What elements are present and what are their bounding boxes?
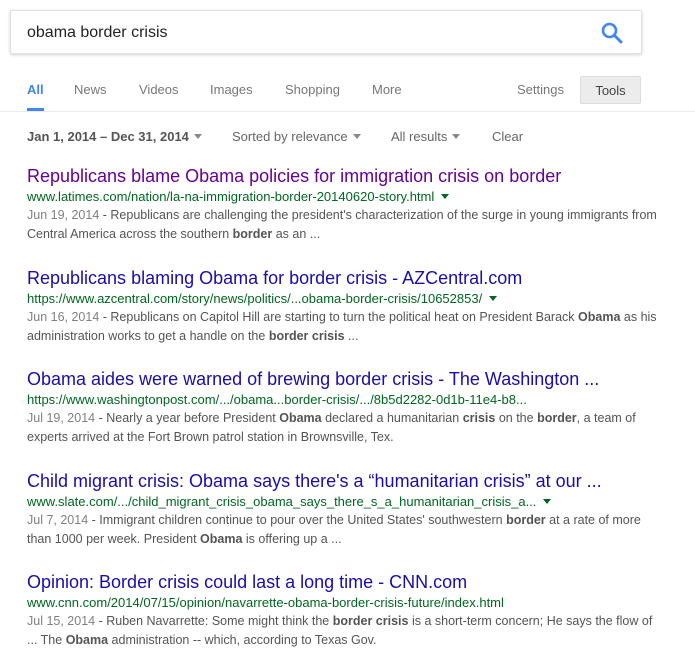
search-result: Opinion: Border crisis could last a long… <box>27 570 667 672</box>
tab-more[interactable]: More <box>372 62 402 111</box>
result-url-text: https://www.washingtonpost.com/.../obama… <box>27 392 527 407</box>
result-date: Jun 16, 2014 <box>27 309 100 324</box>
result-snippet-text: Ruben Navarrette: Some might think the b… <box>27 614 653 647</box>
results-filter-label: All results <box>391 129 448 144</box>
search-results: Republicans blame Obama policies for imm… <box>27 164 667 672</box>
result-snippet: Jun 19, 2014 - Republicans are challengi… <box>27 208 657 241</box>
result-snippet-text: Immigrant children continue to pour over… <box>27 512 641 546</box>
snippet-highlight: Obama <box>279 411 322 425</box>
dropdown-caret-icon <box>452 134 461 140</box>
search-result: Obama aides were warned of brewing borde… <box>27 367 667 469</box>
search-tabs: All News Videos Images Shopping More Set… <box>0 62 695 112</box>
url-menu-caret-icon[interactable] <box>543 498 552 504</box>
dropdown-caret-icon <box>352 134 361 140</box>
sort-filter[interactable]: Sorted by relevance <box>232 129 361 144</box>
result-date: Jul 15, 2014 <box>27 614 96 628</box>
tab-all[interactable]: All <box>27 62 44 111</box>
search-box[interactable]: obama border crisis <box>10 10 642 54</box>
result-url-text: www.cnn.com/2014/07/15/opinion/navarrett… <box>27 595 504 610</box>
search-result: Child migrant crisis: Obama says there's… <box>27 469 667 571</box>
result-url: www.slate.com/.../child_migrant_crisis_o… <box>27 493 667 511</box>
result-url: https://www.washingtonpost.com/.../obama… <box>27 391 667 409</box>
url-menu-caret-icon[interactable] <box>489 295 498 301</box>
settings-link[interactable]: Settings <box>517 82 564 97</box>
tab-images[interactable]: Images <box>210 62 253 111</box>
snippet-highlight: Obama <box>578 309 621 324</box>
result-snippet: Jul 7, 2014 - Immigrant children continu… <box>27 512 641 546</box>
result-title-link[interactable]: Child migrant crisis: Obama says there's… <box>27 469 667 493</box>
result-date: Jul 19, 2014 <box>27 411 96 425</box>
search-tools-bar: Jan 1, 2014 – Dec 31, 2014 Sorted by rel… <box>0 120 695 150</box>
snippet-highlight: crisis <box>462 411 496 425</box>
date-range-filter[interactable]: Jan 1, 2014 – Dec 31, 2014 <box>27 129 202 144</box>
clear-filters-link[interactable]: Clear <box>492 129 523 144</box>
snippet-highlight: border <box>506 512 546 527</box>
result-snippet-text: Republicans are challenging the presiden… <box>27 208 657 241</box>
search-icon[interactable] <box>601 22 623 44</box>
snippet-highlight: Obama <box>200 531 243 546</box>
result-date: Jun 19, 2014 <box>27 208 100 222</box>
result-snippet: Jul 15, 2014 - Ruben Navarrette: Some mi… <box>27 614 653 647</box>
snippet-highlight: border <box>537 411 577 425</box>
tab-news[interactable]: News <box>74 62 107 111</box>
result-snippet: Jun 16, 2014 - Republicans on Capitol Hi… <box>27 309 657 343</box>
result-title-link[interactable]: Republicans blame Obama policies for imm… <box>27 164 667 188</box>
tab-videos[interactable]: Videos <box>139 62 179 111</box>
result-title-link[interactable]: Obama aides were warned of brewing borde… <box>27 367 667 391</box>
result-title-link[interactable]: Republicans blaming Obama for border cri… <box>27 266 667 290</box>
result-url: www.latimes.com/nation/la-na-immigration… <box>27 188 667 206</box>
dropdown-caret-icon <box>193 134 202 140</box>
snippet-highlight: border crisis <box>332 614 409 628</box>
sort-label: Sorted by relevance <box>232 129 348 144</box>
url-menu-caret-icon[interactable] <box>441 194 450 200</box>
search-result: Republicans blame Obama policies for imm… <box>27 164 667 266</box>
result-snippet-text: Nearly a year before President Obama dec… <box>27 411 636 444</box>
tools-button[interactable]: Tools <box>580 76 641 104</box>
result-url-text: www.slate.com/.../child_migrant_crisis_o… <box>27 493 537 509</box>
result-snippet: Jul 19, 2014 - Nearly a year before Pres… <box>27 411 636 444</box>
result-date: Jul 7, 2014 <box>27 512 89 527</box>
results-filter[interactable]: All results <box>391 129 461 144</box>
search-input[interactable]: obama border crisis <box>27 11 168 55</box>
date-range-label: Jan 1, 2014 – Dec 31, 2014 <box>27 129 189 144</box>
result-snippet-text: Republicans on Capitol Hill are starting… <box>27 309 657 343</box>
snippet-highlight: border crisis <box>268 328 345 343</box>
result-url-text: www.latimes.com/nation/la-na-immigration… <box>27 189 435 204</box>
search-result: Republicans blaming Obama for border cri… <box>27 266 667 368</box>
snippet-highlight: border <box>232 227 273 241</box>
result-url-text: https://www.azcentral.com/story/news/pol… <box>27 290 483 306</box>
tab-shopping[interactable]: Shopping <box>285 62 340 111</box>
snippet-highlight: Obama <box>65 633 109 647</box>
result-url: https://www.azcentral.com/story/news/pol… <box>27 290 667 308</box>
result-title-link[interactable]: Opinion: Border crisis could last a long… <box>27 570 667 594</box>
result-url: www.cnn.com/2014/07/15/opinion/navarrett… <box>27 594 667 612</box>
